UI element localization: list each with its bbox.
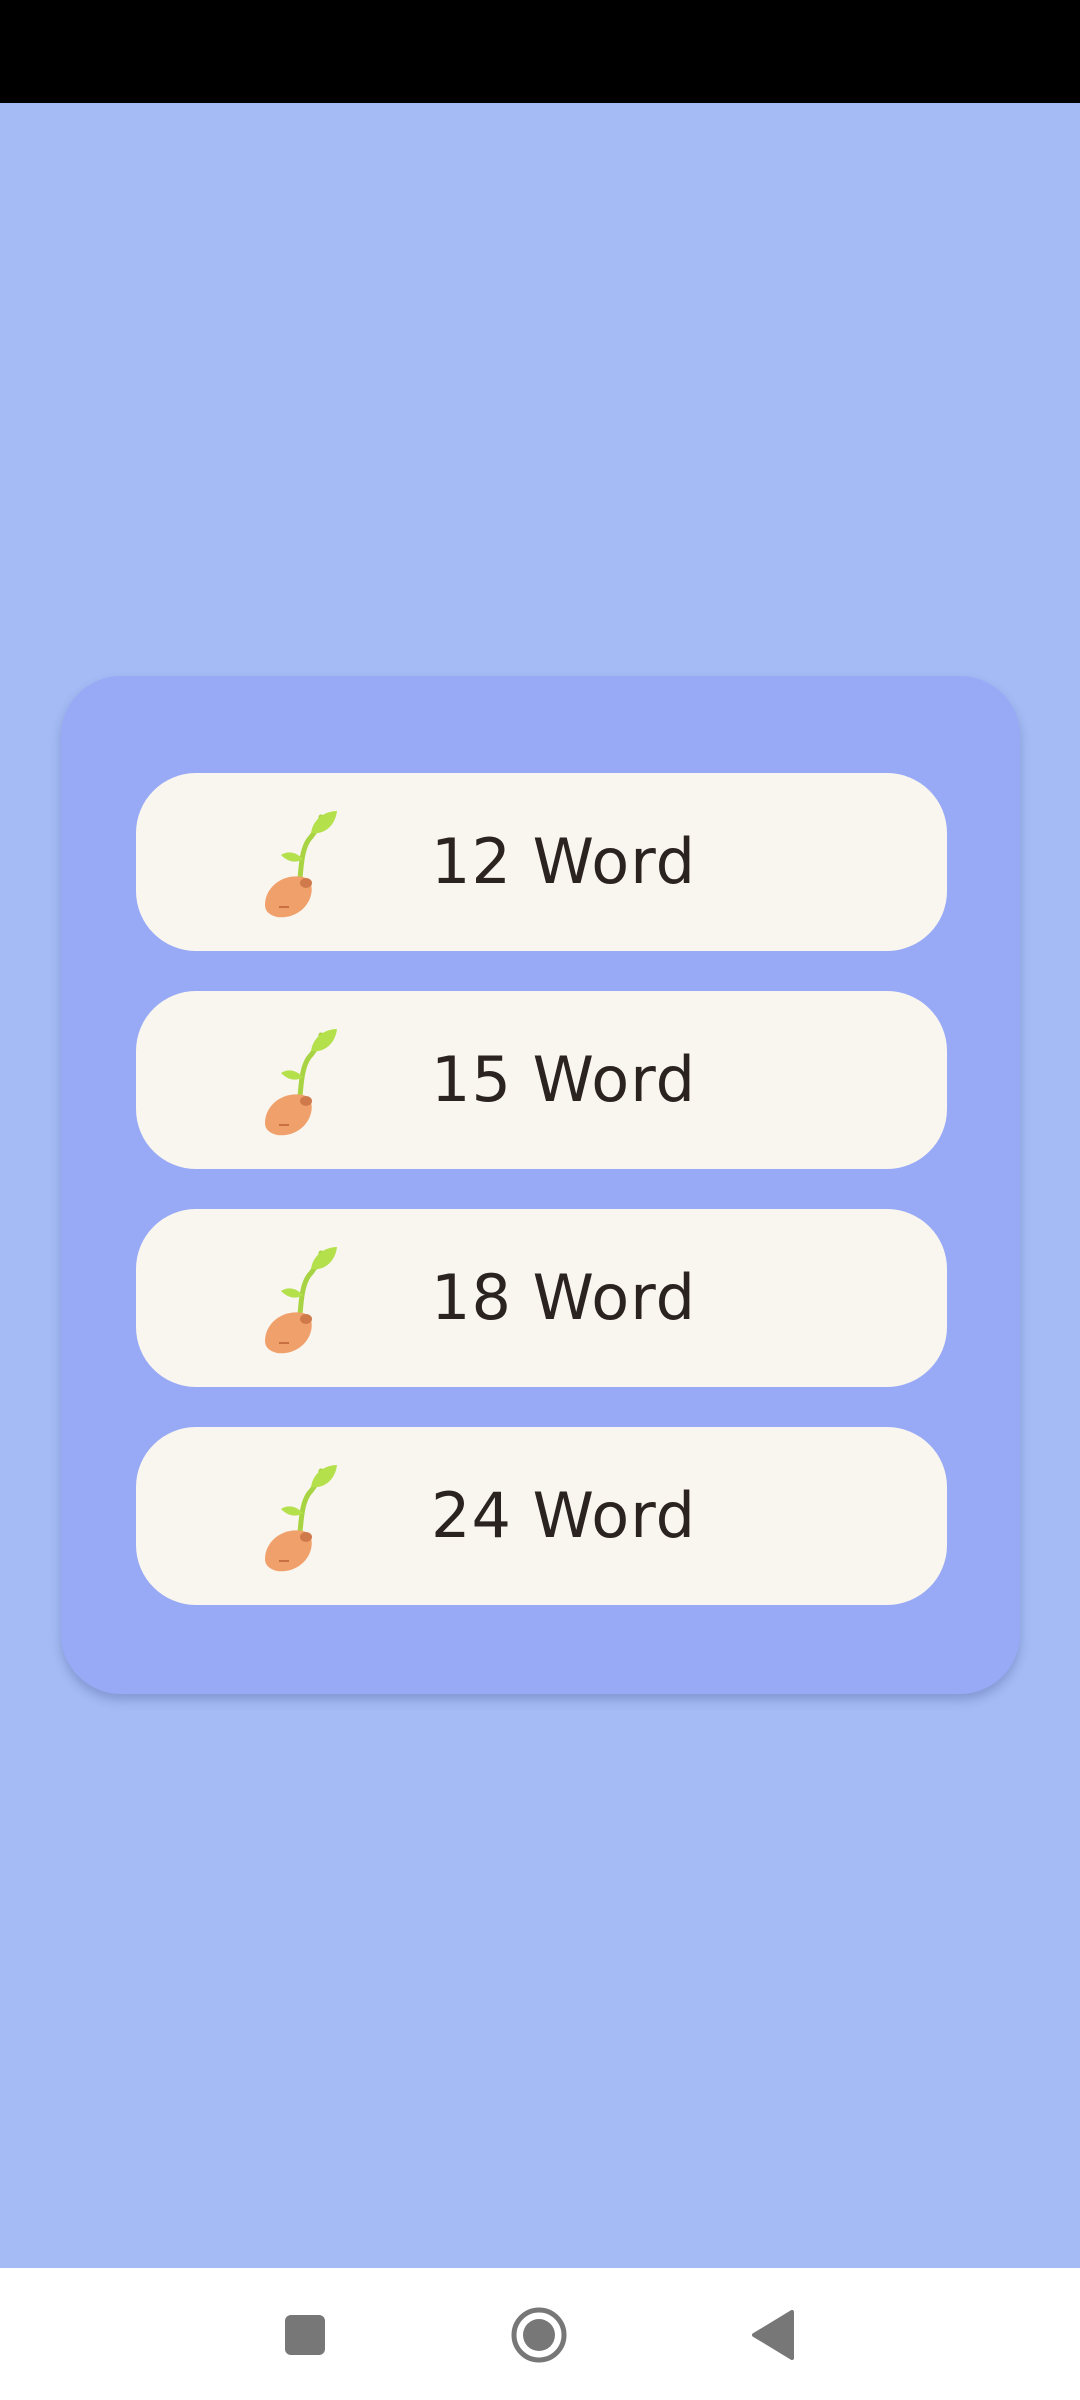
system-nav-bar: [0, 2268, 1080, 2400]
home-circle-icon[interactable]: [494, 2290, 584, 2380]
sprout-icon: [265, 1029, 337, 1136]
back-triangle-icon[interactable]: [728, 2290, 818, 2380]
option-label: 18 Word: [431, 1261, 696, 1334]
word-count-panel: 12 Word 15 Word 18 Word 24 Word: [61, 676, 1020, 1694]
sprout-icon: [265, 1247, 337, 1354]
option-15-word-button[interactable]: 15 Word: [136, 991, 947, 1169]
status-bar: [0, 0, 1080, 103]
option-label: 24 Word: [431, 1479, 696, 1552]
option-18-word-button[interactable]: 18 Word: [136, 1209, 947, 1387]
option-24-word-button[interactable]: 24 Word: [136, 1427, 947, 1605]
sprout-icon: [265, 811, 337, 918]
recents-square-icon[interactable]: [260, 2290, 350, 2380]
sprout-icon: [265, 1465, 337, 1572]
option-label: 15 Word: [431, 1043, 696, 1116]
option-label: 12 Word: [431, 825, 696, 898]
option-12-word-button[interactable]: 12 Word: [136, 773, 947, 951]
